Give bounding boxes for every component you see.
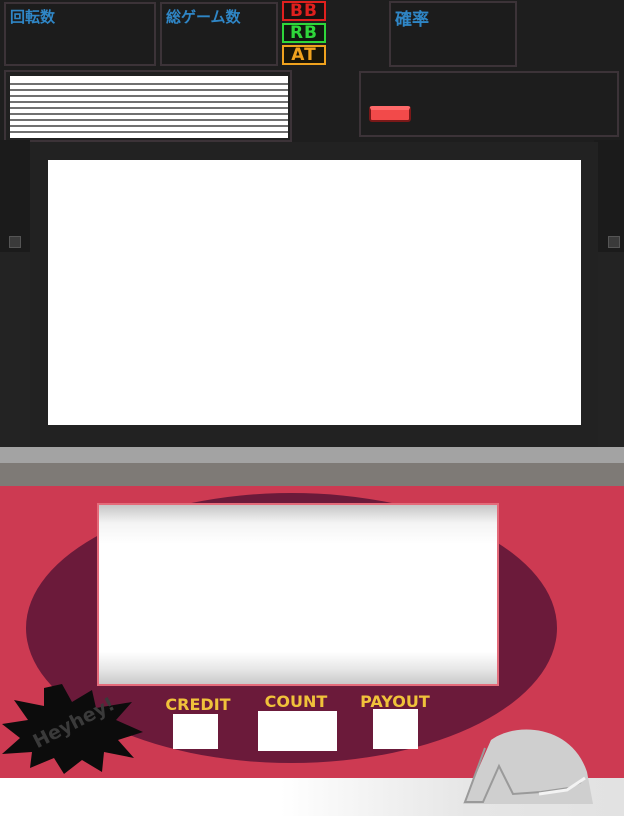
at-indicator: AT (282, 45, 326, 65)
bb-indicator: BB (282, 1, 326, 21)
reel-screen (48, 160, 581, 425)
heyhey-badge[interactable]: Heyhey! (0, 680, 145, 775)
right-frame (594, 140, 624, 448)
spins-panel: 回転数 (4, 2, 156, 66)
total-games-label: 総ゲーム数 (166, 8, 241, 26)
right-side-button[interactable] (608, 236, 620, 248)
ledge-top (0, 447, 624, 463)
history-panel (4, 70, 292, 142)
dome-icon (463, 729, 593, 804)
credit-label: CREDIT (165, 695, 231, 714)
tray-dome (455, 720, 595, 810)
left-side-button[interactable] (9, 236, 21, 248)
count-label: COUNT (264, 692, 328, 711)
rb-indicator: RB (282, 23, 326, 43)
payout-display (373, 709, 418, 749)
left-frame (0, 140, 30, 448)
ledge-front (0, 463, 624, 486)
red-lamp (369, 106, 411, 122)
history-lines (10, 76, 288, 138)
probability-panel: 確率 (389, 1, 517, 67)
credit-display (173, 714, 218, 749)
belly-display (97, 503, 499, 686)
left-speaker (0, 252, 30, 448)
total-games-panel: 総ゲーム数 (160, 2, 278, 66)
right-speaker (594, 252, 624, 448)
count-display (258, 711, 337, 751)
lamp-panel (359, 71, 619, 137)
spins-label: 回転数 (10, 8, 56, 26)
probability-label: 確率 (395, 10, 429, 30)
